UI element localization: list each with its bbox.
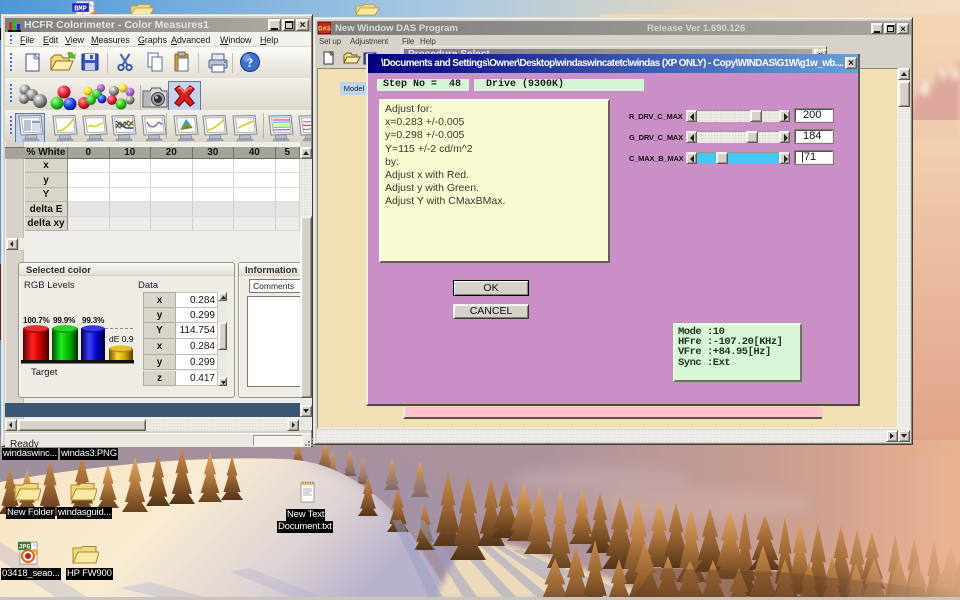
svg-text:99.3%: 99.3% [82, 316, 105, 325]
svg-text:?: ? [247, 55, 254, 70]
svg-text:100.7%: 100.7% [23, 316, 50, 325]
svg-text:dE 0.9: dE 0.9 [109, 334, 134, 344]
svg-text:99.9%: 99.9% [53, 316, 76, 325]
svg-text:DAS: DAS [318, 27, 331, 33]
svg-text:Target: Target [31, 367, 58, 378]
svg-text:BMP: BMP [74, 6, 87, 14]
